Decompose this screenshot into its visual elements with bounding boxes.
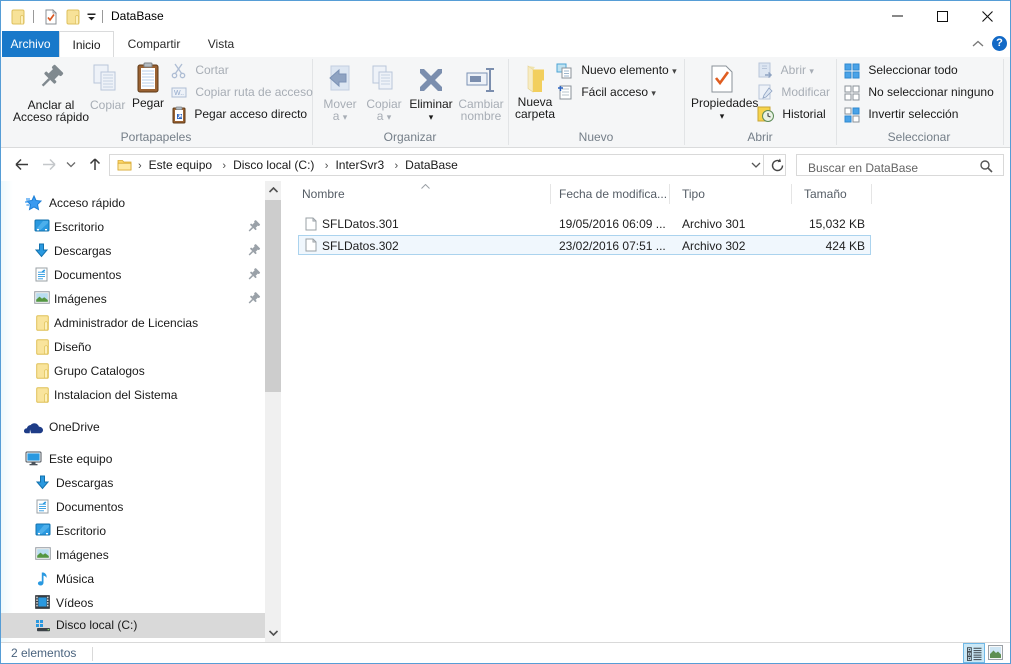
svg-text:W..: W.. <box>174 90 184 97</box>
